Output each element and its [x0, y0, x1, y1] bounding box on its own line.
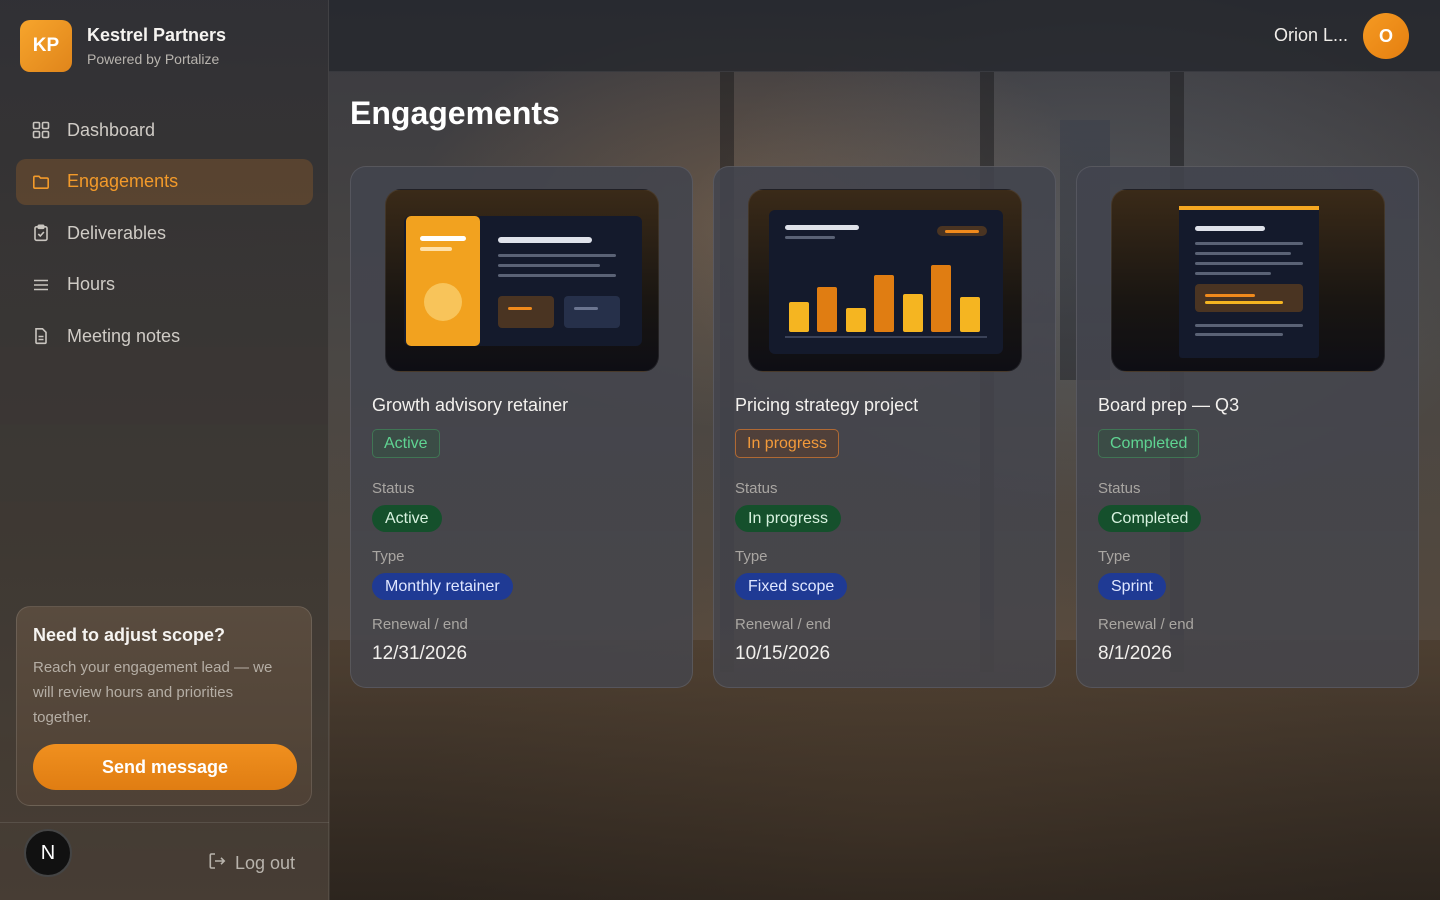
page-title: Engagements [350, 95, 560, 131]
folder-icon [32, 173, 50, 191]
sidebar-nav: Dashboard Engagements Deliverables Hours… [16, 107, 313, 365]
status-pill: In progress [735, 505, 842, 532]
n-avatar[interactable]: N [24, 829, 72, 877]
sidebar-item-meeting-notes[interactable]: Meeting notes [16, 313, 313, 359]
brand-subtitle: Powered by Portalize [87, 51, 220, 67]
sidebar-item-hours[interactable]: Hours [16, 262, 313, 308]
card-title: Board prep — Q3 [1098, 395, 1240, 415]
engagement-card-growth-advisory[interactable]: Growth advisory retainer Active Status A… [350, 166, 693, 688]
brand-logo: KP [20, 20, 72, 72]
document-icon [32, 327, 50, 345]
status-label: Status [735, 480, 778, 497]
renewal-value: 8/1/2026 [1098, 643, 1172, 664]
brand[interactable]: KP Kestrel Partners Powered by Portalize [20, 20, 226, 72]
sidebar-item-label: Deliverables [67, 222, 167, 243]
engagement-card-pricing-strategy[interactable]: Pricing strategy project In progress Sta… [713, 166, 1056, 688]
type-label: Type [372, 548, 405, 565]
grid-icon [32, 121, 50, 139]
card-title: Growth advisory retainer [372, 395, 569, 415]
type-pill: Monthly retainer [372, 573, 513, 600]
type-label: Type [735, 548, 768, 565]
type-label: Type [1098, 548, 1131, 565]
status-label: Status [1098, 480, 1141, 497]
sidebar-footer: N Log out [0, 822, 329, 900]
sidebar-item-label: Engagements [67, 171, 179, 191]
logout-label: Log out [235, 853, 296, 873]
top-header: Orion L... O [329, 0, 1440, 72]
user-name[interactable]: Orion L... [1274, 25, 1348, 46]
renewal-label: Renewal / end [372, 616, 468, 633]
status-label: Status [372, 480, 415, 497]
layout-mockup-thumbnail [385, 189, 659, 372]
renewal-value: 10/15/2026 [735, 643, 831, 664]
clipboard-check-icon [32, 224, 50, 242]
sidebar-item-label: Dashboard [67, 119, 156, 140]
sidebar-item-label: Meeting notes [67, 325, 181, 346]
status-badge: Completed [1098, 429, 1200, 458]
menu-lines-icon [32, 276, 50, 294]
adjust-scope-card: Need to adjust scope? Reach your engagem… [16, 606, 312, 806]
status-pill: Completed [1098, 505, 1202, 532]
scope-card-title: Need to adjust scope? [33, 625, 226, 645]
renewal-label: Renewal / end [1098, 616, 1194, 633]
user-avatar[interactable]: O [1363, 13, 1409, 59]
send-message-button[interactable]: Send message [33, 744, 297, 790]
status-badge: Active [372, 429, 440, 458]
bar-chart-mockup-thumbnail [748, 189, 1022, 372]
sidebar-item-deliverables[interactable]: Deliverables [16, 210, 313, 256]
logout-icon [207, 851, 227, 876]
sidebar-item-engagements[interactable]: Engagements [16, 158, 313, 205]
scope-card-text: Reach your engagement lead — we will rev… [33, 659, 273, 726]
document-mockup-thumbnail [1111, 189, 1385, 372]
sidebar-item-label: Hours [67, 274, 116, 294]
engagement-card-board-prep[interactable]: Board prep — Q3 Completed Status Complet… [1076, 166, 1419, 688]
renewal-value: 12/31/2026 [372, 643, 468, 664]
logout-button[interactable]: Log out [207, 851, 295, 876]
status-pill: Active [372, 505, 442, 532]
sidebar: KP Kestrel Partners Powered by Portalize… [0, 0, 329, 900]
type-pill: Sprint [1098, 573, 1166, 600]
sidebar-item-dashboard[interactable]: Dashboard [16, 107, 313, 153]
status-badge: In progress [735, 429, 840, 458]
brand-name: Kestrel Partners [87, 25, 227, 45]
card-title: Pricing strategy project [735, 395, 919, 415]
type-pill: Fixed scope [735, 573, 848, 600]
renewal-label: Renewal / end [735, 616, 831, 633]
